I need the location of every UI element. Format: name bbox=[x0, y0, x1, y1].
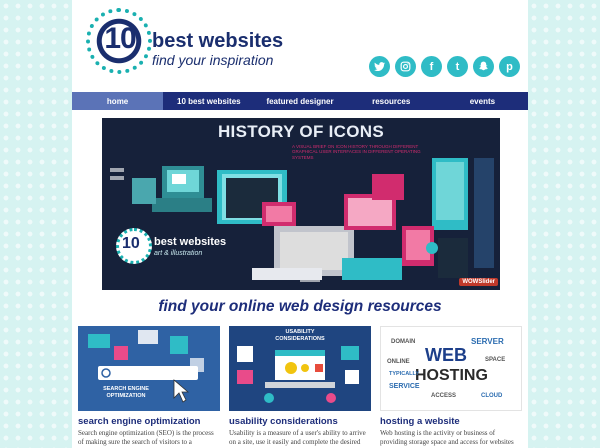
hero-logo-number: 10 bbox=[122, 235, 140, 252]
site-logo[interactable]: 10 best websites find your inspiration bbox=[86, 8, 283, 86]
twitter-icon[interactable] bbox=[369, 56, 390, 77]
nav-events[interactable]: events bbox=[437, 92, 528, 110]
card-hosting[interactable]: WEB HOSTING SERVER SERVICE DOMAIN SPACE … bbox=[380, 326, 522, 448]
word-cloud-cloud: CLOUD bbox=[481, 393, 503, 399]
nav-10-best-websites[interactable]: 10 best websites bbox=[163, 92, 254, 110]
hero-slider[interactable]: HISTORY OF ICONS A VISUAL BRIEF ON ICON … bbox=[102, 118, 500, 290]
card-seo-image[interactable]: SEARCH ENGINE OPTIMIZATION bbox=[78, 326, 220, 411]
hero-logo-tagline: art & illustration bbox=[154, 250, 203, 257]
tumblr-glyph: t bbox=[455, 60, 460, 73]
word-cloud-online: ONLINE bbox=[387, 359, 410, 365]
nav-featured-designer[interactable]: featured designer bbox=[254, 92, 345, 110]
nav-resources[interactable]: resources bbox=[346, 92, 437, 110]
slider-badge: WOWSlider bbox=[459, 278, 498, 286]
word-cloud-server: SERVER bbox=[471, 337, 504, 346]
hero-logo-title: best websites bbox=[154, 236, 227, 248]
card-usability[interactable]: USABILITY CONSIDERATIONS usability consi… bbox=[229, 326, 371, 448]
card-seo-text: Search engine optimization (SEO) is the … bbox=[78, 429, 214, 446]
tumblr-icon[interactable]: t bbox=[447, 56, 468, 77]
usability-image-label: USABILITY CONSIDERATIONS bbox=[275, 329, 325, 342]
pinterest-glyph: p bbox=[506, 60, 513, 73]
word-cloud-access: ACCESS bbox=[431, 393, 457, 399]
card-hosting-image[interactable]: WEB HOSTING SERVER SERVICE DOMAIN SPACE … bbox=[380, 326, 522, 411]
seo-image-label: SEARCH ENGINE OPTIMIZATION bbox=[103, 386, 149, 399]
snapchat-icon[interactable] bbox=[473, 56, 494, 77]
card-usability-title[interactable]: usability considerations bbox=[229, 416, 371, 427]
main-nav: home 10 best websites featured designer … bbox=[72, 92, 528, 110]
card-seo-title[interactable]: search engine optimization bbox=[78, 416, 220, 427]
facebook-icon[interactable]: f bbox=[421, 56, 442, 77]
social-links: f t p bbox=[369, 56, 520, 77]
word-cloud-service: SERVICE bbox=[389, 383, 420, 390]
word-cloud-domain: DOMAIN bbox=[391, 339, 416, 345]
word-cloud-space: SPACE bbox=[485, 357, 506, 363]
instagram-icon[interactable] bbox=[395, 56, 416, 77]
section-title: find your online web design resources bbox=[158, 298, 442, 315]
logo-title: best websites bbox=[152, 30, 284, 52]
card-usability-image[interactable]: USABILITY CONSIDERATIONS bbox=[229, 326, 371, 411]
background-dots-left bbox=[0, 0, 72, 448]
facebook-glyph: f bbox=[429, 60, 434, 73]
word-cloud-hosting: HOSTING bbox=[415, 367, 488, 384]
page-container: 10 best websites find your inspiration f… bbox=[72, 0, 528, 448]
word-cloud-typically: TYPICALLY bbox=[389, 371, 420, 377]
logo-number: 10 bbox=[104, 22, 136, 55]
card-hosting-text: Web hosting is the activity or business … bbox=[380, 429, 514, 446]
nav-home[interactable]: home bbox=[72, 92, 164, 110]
card-usability-text: Usability is a measure of a user's abili… bbox=[229, 429, 366, 446]
card-seo[interactable]: SEARCH ENGINE OPTIMIZATION search engine… bbox=[78, 326, 220, 448]
hero-illustration bbox=[110, 158, 494, 282]
logo-tagline: find your inspiration bbox=[152, 52, 274, 68]
background-dots-right bbox=[528, 0, 600, 448]
pinterest-icon[interactable]: p bbox=[499, 56, 520, 77]
card-hosting-title[interactable]: hosting a website bbox=[380, 416, 522, 427]
word-cloud-web: WEB bbox=[425, 345, 467, 365]
